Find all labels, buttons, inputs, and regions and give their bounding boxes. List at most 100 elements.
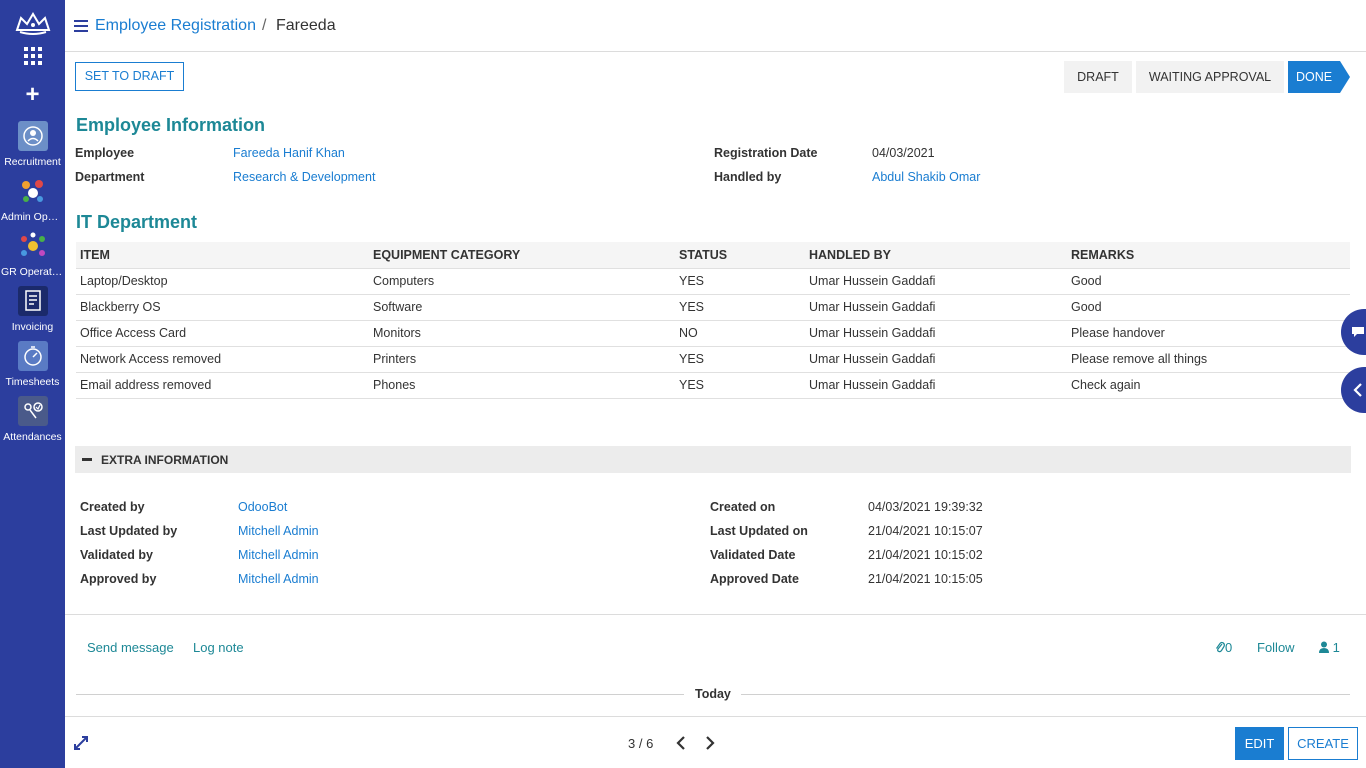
chat-bubble-icon [1352,327,1364,337]
last-updated-by-link[interactable]: Mitchell Admin [238,524,319,538]
approved-date-label: Approved Date [710,572,799,586]
cell-equipment-category: Monitors [369,320,675,347]
hamburger-menu-icon[interactable] [74,20,88,32]
employee-link[interactable]: Fareeda Hanif Khan [233,146,345,160]
cell-remarks: Please handover [1067,320,1350,347]
created-by-link[interactable]: OdooBot [238,500,287,514]
last-updated-by-label: Last Updated by [80,524,178,538]
stage-done-arrow [1340,61,1350,93]
cell-status: NO [675,320,805,347]
stage-done[interactable]: DONE [1288,61,1340,93]
it-department-table: ITEM EQUIPMENT CATEGORY STATUS HANDLED B… [76,242,1350,399]
sidebar-app-label: Recruitment [4,156,61,168]
app-root: + Recruitment Admin Oper... GR Operatio.… [0,0,1366,768]
table-header-row: ITEM EQUIPMENT CATEGORY STATUS HANDLED B… [76,242,1350,269]
user-icon [1319,641,1329,653]
cell-item: Laptop/Desktop [76,268,369,295]
pager-previous-button[interactable] [675,731,695,755]
cell-item: Office Access Card [76,320,369,347]
edit-button[interactable]: EDIT [1235,727,1284,760]
follow-button[interactable]: Follow [1257,640,1295,655]
cell-status: YES [675,346,805,373]
expand-icon[interactable] [73,735,89,751]
approved-date-value: 21/04/2021 10:15:05 [868,572,983,586]
add-icon[interactable]: + [0,82,65,108]
stage-draft[interactable]: DRAFT [1064,61,1132,93]
sidebar-app-label: Timesheets [5,376,60,388]
table-row[interactable]: Network Access removed Printers YES Umar… [76,346,1350,373]
approved-by-label: Approved by [80,572,157,586]
extra-information-title: EXTRA INFORMATION [101,453,229,467]
created-by-label: Created by [80,500,145,514]
app-sidebar: + Recruitment Admin Oper... GR Operatio.… [0,0,65,768]
sidebar-app-timesheets[interactable]: Timesheets [0,341,65,388]
table-row[interactable]: Blackberry OS Software YES Umar Hussein … [76,294,1350,321]
sidebar-app-admin-operations[interactable]: Admin Oper... [0,176,65,223]
chevron-left-icon [676,736,685,750]
column-header-equipment-category[interactable]: EQUIPMENT CATEGORY [369,242,675,269]
cell-item: Network Access removed [76,346,369,373]
cell-handled-by: Umar Hussein Gaddafi [805,372,1067,399]
attachments-button[interactable]: 0 [1215,640,1232,655]
today-separator: Today [695,687,731,701]
chevron-right-icon [706,736,715,750]
cell-equipment-category: Printers [369,346,675,373]
cell-remarks: Good [1067,268,1350,295]
sidebar-app-label: Admin Oper... [1,211,65,223]
breadcrumb-bar: Employee Registration / Fareeda [65,0,1366,52]
attendances-icon [17,396,48,426]
bottom-bar: 3 / 6 EDIT CREATE [65,716,1366,768]
cell-status: YES [675,268,805,295]
extra-information-toggle[interactable]: EXTRA INFORMATION [75,446,1351,473]
chevron-left-icon [1353,383,1362,397]
set-to-draft-button[interactable]: SET TO DRAFT [75,62,184,91]
sidebar-app-invoicing[interactable]: Invoicing [0,286,65,333]
sidebar-app-recruitment[interactable]: Recruitment [0,121,65,168]
followers-count: 1 [1332,640,1340,655]
pager-next-button[interactable] [704,731,724,755]
handled-by-link[interactable]: Abdul Shakib Omar [872,170,980,184]
breadcrumb-current: Fareeda [276,17,336,34]
validated-date-label: Validated Date [710,548,796,562]
crown-logo-icon[interactable] [14,10,52,36]
cell-status: YES [675,294,805,321]
attachments-count: 0 [1225,640,1233,655]
followers-button[interactable]: 1 [1319,640,1340,655]
today-line-left [76,694,684,695]
table-row[interactable]: Email address removed Phones YES Umar Hu… [76,372,1350,399]
column-header-remarks[interactable]: REMARKS [1067,242,1350,269]
it-department-title: IT Department [76,212,198,232]
approved-by-link[interactable]: Mitchell Admin [238,572,319,586]
employee-info-title: Employee Information [76,115,266,135]
handled-by-label: Handled by [714,170,782,184]
stage-waiting-approval[interactable]: WAITING APPROVAL [1136,61,1284,93]
cell-remarks: Good [1067,294,1350,321]
cell-remarks: Check again [1067,372,1350,399]
create-button[interactable]: CREATE [1288,727,1358,760]
column-header-item[interactable]: ITEM [76,242,369,269]
paperclip-icon [1216,641,1225,653]
grid-icon[interactable] [23,46,43,66]
pager-value[interactable]: 3 / 6 [628,736,653,751]
last-updated-on-value: 21/04/2021 10:15:07 [868,524,983,538]
log-note-button[interactable]: Log note [193,640,244,655]
column-header-handled-by[interactable]: HANDLED BY [805,242,1067,269]
sidebar-app-label: Attendances [3,431,62,443]
recruitment-icon [17,121,48,151]
sidebar-app-gr-operations[interactable]: GR Operatio... [0,231,65,278]
send-message-button[interactable]: Send message [87,640,174,655]
department-link[interactable]: Research & Development [233,170,375,184]
chatter-divider [65,614,1366,615]
cell-handled-by: Umar Hussein Gaddafi [805,294,1067,321]
column-header-status[interactable]: STATUS [675,242,805,269]
validated-by-link[interactable]: Mitchell Admin [238,548,319,562]
sidebar-app-attendances[interactable]: Attendances [0,396,65,443]
breadcrumb-parent-link[interactable]: Employee Registration [95,17,256,35]
table-row[interactable]: Laptop/Desktop Computers YES Umar Hussei… [76,268,1350,295]
cell-item: Email address removed [76,372,369,399]
employee-label: Employee [75,146,135,160]
table-row[interactable]: Office Access Card Monitors NO Umar Huss… [76,320,1350,347]
cell-equipment-category: Phones [369,372,675,399]
sidebar-app-label: Invoicing [11,321,54,333]
breadcrumb-separator: / [262,17,267,34]
